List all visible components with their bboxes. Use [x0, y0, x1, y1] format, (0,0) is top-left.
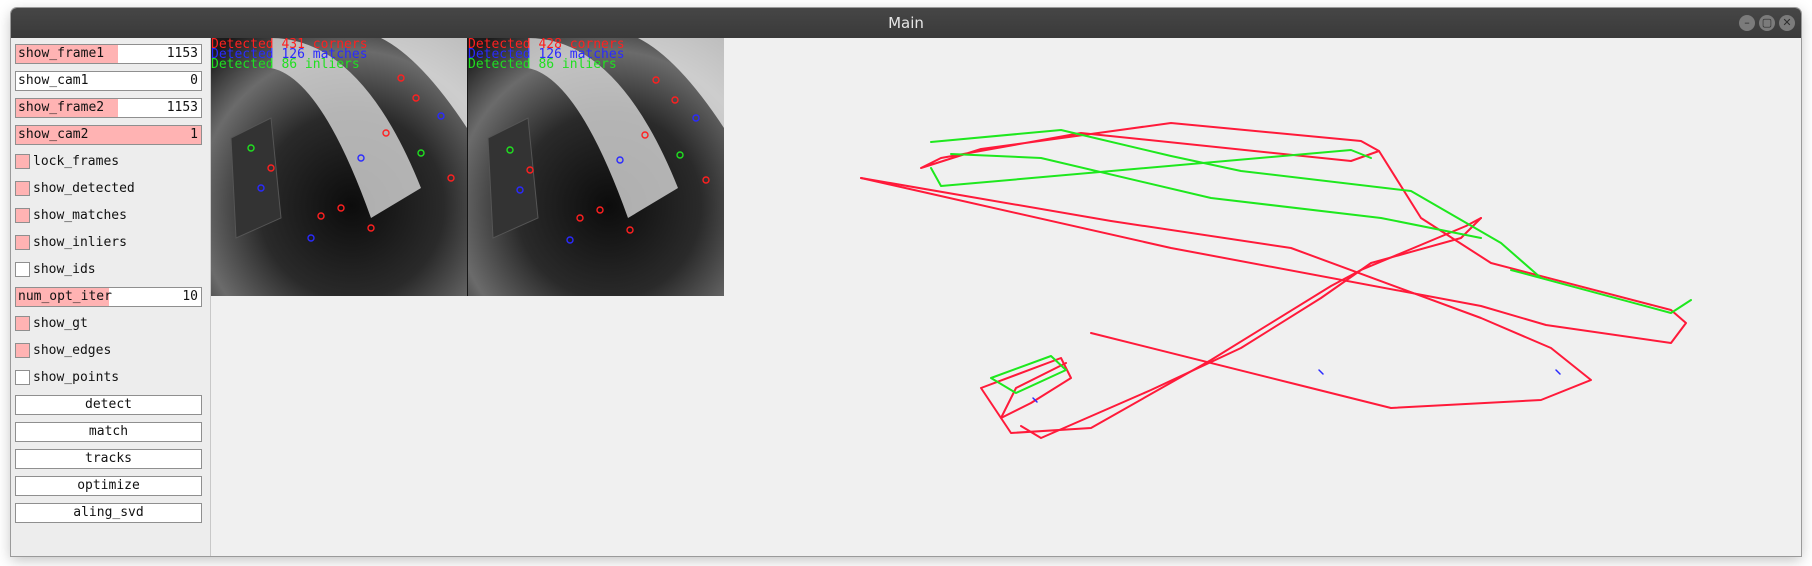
marker-2	[1555, 369, 1561, 375]
show-frame1-label: show_frame1	[18, 46, 105, 61]
num-opt-iter-slider[interactable]: num_opt_iter 10	[15, 287, 202, 307]
camera-2-view: Detected 428 corners Detected 126 matche…	[468, 38, 724, 296]
show-ids-checkbox[interactable]: show_ids	[15, 260, 202, 280]
main-window: Main – ▢ ✕ show_frame1 1153 show_cam1 0 …	[11, 8, 1801, 556]
show-ids-box[interactable]	[15, 262, 30, 277]
camera-1-image	[211, 38, 467, 296]
show-frame2-slider[interactable]: show_frame2 1153	[15, 98, 202, 118]
show-gt-label: show_gt	[33, 316, 88, 331]
trajectory-red	[860, 122, 1687, 439]
show-edges-box[interactable]	[15, 343, 30, 358]
trajectory-loop-4	[1000, 217, 1482, 434]
lock-frames-label: lock_frames	[33, 154, 120, 169]
show-cam1-label: show_cam1	[18, 73, 89, 88]
show-edges-checkbox[interactable]: show_edges	[15, 341, 202, 361]
show-points-box[interactable]	[15, 370, 30, 385]
show-ids-label: show_ids	[33, 262, 96, 277]
camera-1-inliers-text: Detected 86 inliers	[211, 57, 360, 72]
optimize-button[interactable]: optimize	[15, 476, 202, 496]
show-frame1-value: 1153	[166, 46, 198, 61]
trajectory-green	[930, 129, 1692, 394]
align-svd-button[interactable]: aling_svd	[15, 503, 202, 523]
show-inliers-box[interactable]	[15, 235, 30, 250]
show-cam2-label: show_cam2	[18, 127, 89, 142]
show-gt-box[interactable]	[15, 316, 30, 331]
show-frame2-label: show_frame2	[18, 100, 105, 115]
show-points-label: show_points	[33, 370, 120, 385]
show-matches-checkbox[interactable]: show_matches	[15, 206, 202, 226]
camera-views: Detected 431 corners Detected 126 matche…	[211, 38, 724, 296]
show-detected-box[interactable]	[15, 181, 30, 196]
show-matches-label: show_matches	[33, 208, 127, 223]
lock-frames-box[interactable]	[15, 154, 30, 169]
minimize-button[interactable]: –	[1739, 15, 1755, 31]
num-opt-iter-value: 10	[182, 289, 198, 304]
tracks-button[interactable]: tracks	[15, 449, 202, 469]
trajectory-green-1	[930, 129, 1542, 279]
show-cam2-slider[interactable]: show_cam2 1	[15, 125, 202, 145]
title-bar: Main – ▢ ✕	[11, 8, 1801, 38]
maximize-button[interactable]: ▢	[1759, 15, 1775, 31]
show-detected-label: show_detected	[33, 181, 135, 196]
lock-frames-checkbox[interactable]: lock_frames	[15, 152, 202, 172]
camera-2-inliers-text: Detected 86 inliers	[468, 57, 617, 72]
detect-button[interactable]: detect	[15, 395, 202, 415]
show-inliers-checkbox[interactable]: show_inliers	[15, 233, 202, 253]
close-button[interactable]: ✕	[1779, 15, 1795, 31]
show-inliers-label: show_inliers	[33, 235, 127, 250]
show-points-checkbox[interactable]: show_points	[15, 368, 202, 388]
trajectory-loop-1	[920, 122, 1380, 169]
show-detected-checkbox[interactable]: show_detected	[15, 179, 202, 199]
num-opt-iter-label: num_opt_iter	[18, 289, 112, 304]
trajectory-loop-5	[1020, 217, 1482, 439]
trajectory-markers	[1032, 369, 1561, 403]
camera-2-image	[468, 38, 724, 296]
marker-1	[1318, 369, 1324, 375]
show-gt-checkbox[interactable]: show_gt	[15, 314, 202, 334]
trajectory-loop-2	[860, 150, 1687, 344]
camera-1-view: Detected 431 corners Detected 126 matche…	[211, 38, 467, 296]
show-frame1-slider[interactable]: show_frame1 1153	[15, 44, 202, 64]
match-button[interactable]: match	[15, 422, 202, 442]
control-panel: show_frame1 1153 show_cam1 0 show_frame2…	[11, 38, 211, 556]
show-frame2-value: 1153	[166, 100, 198, 115]
trajectory-loop-3	[860, 177, 1592, 409]
show-cam1-value: 0	[190, 73, 198, 88]
show-matches-box[interactable]	[15, 208, 30, 223]
window-title: Main	[888, 14, 924, 32]
show-cam2-value: 1	[190, 127, 198, 142]
show-cam1-slider[interactable]: show_cam1 0	[15, 71, 202, 91]
show-edges-label: show_edges	[33, 343, 112, 358]
